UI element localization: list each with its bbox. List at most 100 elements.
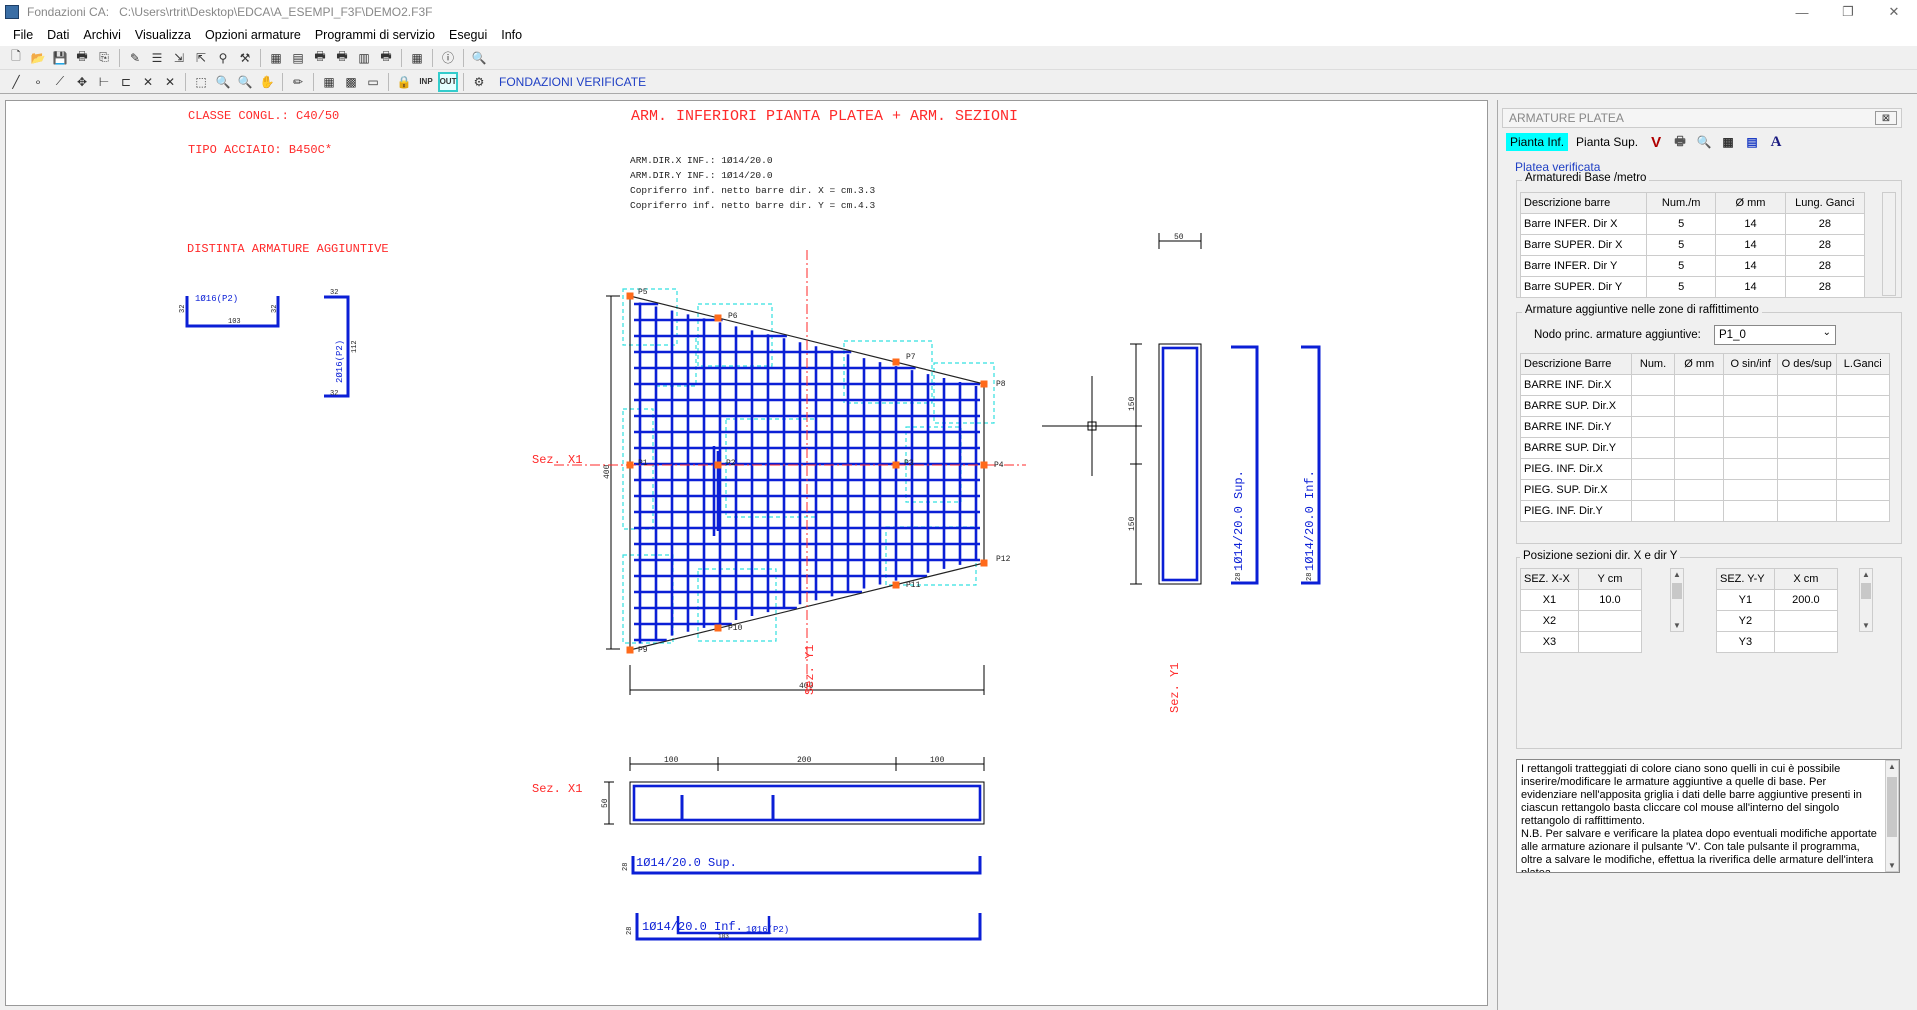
table-cell[interactable] [1723, 395, 1778, 417]
lock-icon[interactable]: 🔒 [394, 72, 414, 92]
table-cell[interactable] [1674, 479, 1725, 501]
table-cell[interactable]: 28 [1784, 255, 1866, 277]
table-cell[interactable] [1674, 395, 1725, 417]
table-row[interactable]: Y3 [1716, 631, 1839, 653]
table-cell[interactable]: 5 [1646, 213, 1717, 235]
table-cell[interactable]: 14 [1715, 234, 1786, 256]
printer2-icon[interactable]: 🖶 [332, 48, 352, 68]
column-header[interactable]: Y cm [1577, 568, 1643, 590]
refinement-zone[interactable] [655, 335, 697, 387]
copy-icon[interactable]: ⎘ [94, 48, 114, 68]
table-cell[interactable] [1674, 500, 1725, 522]
document-icon[interactable]: ▤ [1742, 135, 1762, 149]
out-icon[interactable]: OUT [438, 71, 458, 92]
table-cell[interactable] [1835, 437, 1891, 459]
table-row[interactable]: Barre INFER. Dir Y 5 14 28 [1519, 255, 1866, 277]
export-icon[interactable]: ⇱ [191, 48, 211, 68]
table-cell[interactable]: 5 [1646, 234, 1717, 256]
zoom-out-icon[interactable]: 🔍 [213, 72, 233, 92]
refinement-zone[interactable] [725, 418, 817, 518]
table-row[interactable]: Barre INFER. Dir X 5 14 28 [1519, 213, 1866, 235]
table-cell[interactable] [1776, 437, 1837, 459]
table-cell[interactable] [1723, 500, 1778, 522]
table-row[interactable]: BARRE INF. Dir.X [1520, 374, 1891, 396]
printer3-icon[interactable]: 🖶 [376, 48, 396, 68]
zoom-window-icon[interactable]: ⬚ [191, 72, 211, 92]
table-cell[interactable] [1776, 479, 1837, 501]
table-row[interactable]: BARRE INF. Dir.Y [1520, 416, 1891, 438]
node-marker[interactable] [980, 559, 988, 567]
tool-icon[interactable]: ⚒ [235, 48, 255, 68]
section-y1-concrete[interactable] [1158, 343, 1202, 585]
table-row[interactable]: Y2 [1716, 610, 1839, 632]
table-row[interactable]: X2 [1520, 610, 1643, 632]
menu-opzioni-armature[interactable]: Opzioni armature [198, 28, 308, 42]
tab-pianta-inf[interactable]: Pianta Inf. [1506, 133, 1569, 151]
drawing-canvas[interactable]: CLASSE CONGL.: C40/50 TIPO ACCIAIO: B450… [5, 100, 1488, 1006]
table-cell[interactable] [1630, 395, 1676, 417]
menu-dati[interactable]: Dati [40, 28, 76, 42]
node-marker[interactable] [980, 380, 988, 388]
table-cell[interactable]: 14 [1715, 255, 1786, 277]
table-cell[interactable] [1776, 395, 1837, 417]
sections-y-table[interactable]: SEZ. Y-Y X cm Y1 200.0 Y2 Y3 [1716, 568, 1839, 653]
save-icon[interactable]: 💾 [50, 48, 70, 68]
zoom-in-icon[interactable]: 🔍 [235, 72, 255, 92]
table-row[interactable]: Barre SUPER. Dir Y 5 14 28 [1519, 276, 1866, 298]
table-row[interactable]: BARRE SUP. Dir.X [1520, 395, 1891, 417]
column-header[interactable]: X cm [1773, 568, 1839, 590]
settings-icon[interactable]: ⚙ [469, 72, 489, 92]
colors-icon[interactable]: ▩ [341, 72, 361, 92]
table-row[interactable]: PIEG. SUP. Dir.X [1520, 479, 1891, 501]
table-cell[interactable]: 10.0 [1577, 589, 1643, 611]
table-cell[interactable] [1674, 374, 1725, 396]
line-icon[interactable]: ╱ [6, 72, 26, 92]
table-cell[interactable] [1577, 610, 1643, 632]
stack-icon[interactable]: ☰ [147, 48, 167, 68]
node-marker[interactable] [980, 461, 988, 469]
search-icon[interactable]: 🔍 [469, 48, 489, 68]
table-cell[interactable]: 28 [1784, 234, 1866, 256]
sections-x-scrollbar[interactable]: ▲ ▼ [1670, 568, 1684, 632]
print-icon[interactable]: 🖶 [72, 48, 92, 68]
close-button[interactable]: ✕ [1871, 0, 1917, 24]
node-marker[interactable] [892, 358, 900, 366]
book-icon[interactable]: ▥ [354, 48, 374, 68]
table-row[interactable]: PIEG. INF. Dir.X [1520, 458, 1891, 480]
node-marker[interactable] [892, 461, 900, 469]
node-marker[interactable] [714, 624, 722, 632]
table-cell[interactable] [1835, 458, 1891, 480]
node-marker[interactable] [714, 461, 722, 469]
table-cell[interactable] [1723, 479, 1778, 501]
text-icon[interactable]: ▭ [363, 72, 383, 92]
pan-icon[interactable]: ✋ [257, 72, 277, 92]
table-cell[interactable] [1630, 437, 1676, 459]
verify-v-icon[interactable]: V [1646, 134, 1666, 151]
edit-icon[interactable]: ✎ [125, 48, 145, 68]
node-marker[interactable] [714, 314, 722, 322]
minimize-button[interactable]: — [1779, 0, 1825, 24]
column-header[interactable]: O sin/inf [1723, 353, 1778, 375]
menu-info[interactable]: Info [494, 28, 529, 42]
table-cell[interactable] [1776, 458, 1837, 480]
table-cell[interactable] [1674, 437, 1725, 459]
table-cell[interactable]: 5 [1646, 276, 1717, 298]
preview-icon[interactable]: 🔍 [1694, 135, 1714, 149]
dimension-icon[interactable]: ⊢ [94, 72, 114, 92]
table-cell[interactable] [1674, 458, 1725, 480]
new-file-icon[interactable]: 🗋 [6, 48, 26, 68]
menu-visualizza[interactable]: Visualizza [128, 28, 198, 42]
menu-file[interactable]: File [6, 28, 40, 42]
print-icon[interactable]: 🖶 [1670, 132, 1690, 153]
table-cell[interactable] [1723, 416, 1778, 438]
open-folder-icon[interactable]: 📂 [28, 48, 48, 68]
table-cell[interactable] [1577, 631, 1643, 653]
table-cell[interactable]: 14 [1715, 213, 1786, 235]
menu-esegui[interactable]: Esegui [442, 28, 494, 42]
column-header[interactable]: L.Ganci [1835, 353, 1891, 375]
font-a-icon[interactable]: A [1766, 134, 1786, 151]
node-select[interactable]: P1_0 ⌄ [1714, 325, 1836, 345]
column-header[interactable]: SEZ. Y-Y [1716, 568, 1775, 590]
sections-x-table[interactable]: SEZ. X-X Y cm X1 10.0 X2 X3 [1520, 568, 1643, 653]
node-marker[interactable] [626, 292, 634, 300]
